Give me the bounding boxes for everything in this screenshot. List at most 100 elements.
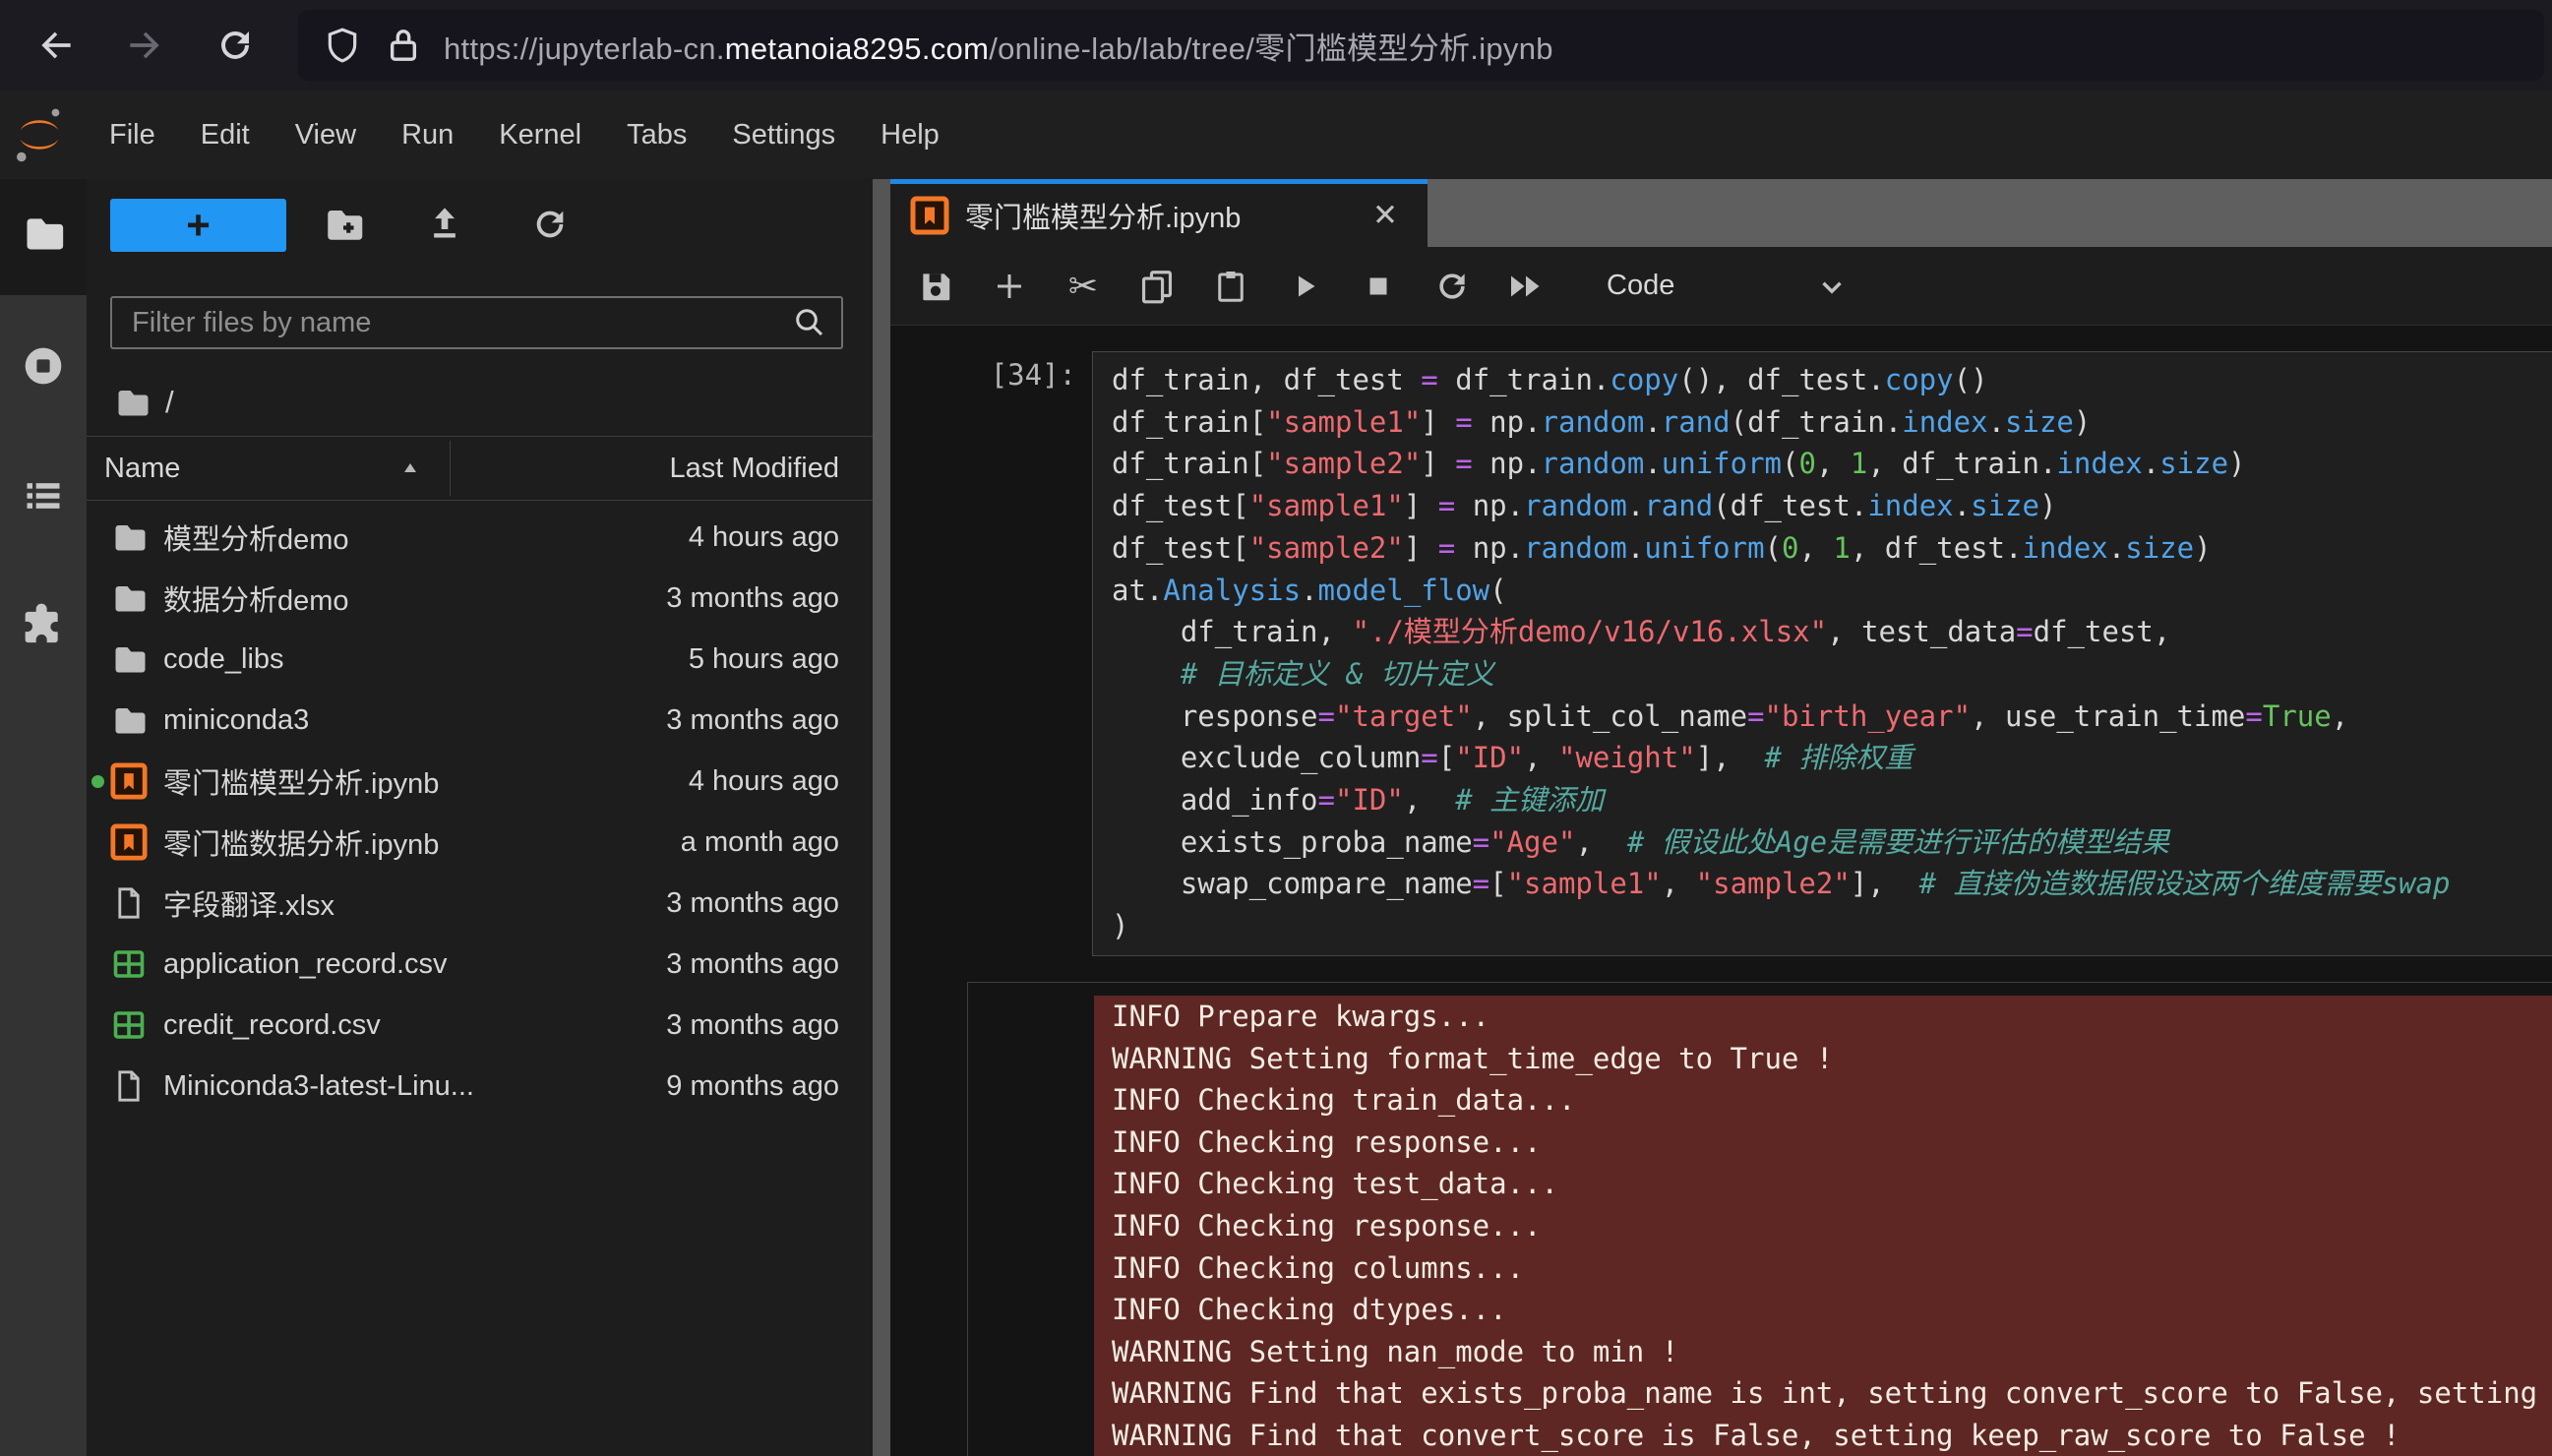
add-cell-button[interactable]: [989, 266, 1030, 307]
code-cell-editor[interactable]: df_train, df_test = df_train.copy(), df_…: [1092, 351, 2552, 956]
browser-back-button[interactable]: [28, 17, 85, 74]
column-header-name[interactable]: Name: [104, 453, 180, 485]
file-row[interactable]: application_record.csv3 months ago: [87, 934, 873, 995]
menu-bar: FileEditViewRunKernelTabsSettingsHelp: [0, 91, 2552, 179]
menu-run[interactable]: Run: [379, 91, 476, 179]
refresh-icon: [530, 205, 570, 244]
chevron-down-icon[interactable]: [1815, 271, 1849, 304]
menu-file[interactable]: File: [87, 91, 178, 179]
file-modified: 3 months ago: [666, 1009, 839, 1042]
file-modified: 3 months ago: [666, 948, 839, 981]
menu-kernel[interactable]: Kernel: [476, 91, 604, 179]
file-icon: [110, 884, 148, 922]
file-row[interactable]: 模型分析demo4 hours ago: [87, 507, 873, 568]
browser-reload-button[interactable]: [207, 17, 264, 74]
code-line: df_train, "./模型分析demo/v16/v16.xlsx", tes…: [1112, 611, 2552, 653]
sidebar-file-browser-tab[interactable]: [22, 212, 65, 255]
sort-ascending-icon[interactable]: [398, 456, 422, 480]
browser-chrome: https://jupyterlab-cn.metanoia8295.com/o…: [0, 0, 2552, 91]
tab-bar: 零门槛模型分析.ipynb ✕: [890, 179, 2552, 248]
output-line: INFO Checking train_data...: [1112, 1079, 2552, 1122]
file-modified: 3 months ago: [666, 704, 839, 737]
breadcrumb[interactable]: /: [114, 381, 174, 424]
file-name: 数据分析demo: [163, 577, 349, 619]
paste-cells-button[interactable]: [1210, 266, 1251, 307]
interrupt-kernel-button[interactable]: [1358, 266, 1399, 307]
file-row[interactable]: 零门槛数据分析.ipynba month ago: [87, 812, 873, 873]
file-modified: 3 months ago: [666, 887, 839, 920]
sidebar-table-of-contents-tab[interactable]: [22, 474, 65, 517]
notebook-content: [34]: df_train, df_test = df_train.copy(…: [890, 326, 2552, 1456]
notebook-icon: [110, 823, 148, 861]
notebook-icon: [110, 762, 148, 800]
new-launcher-button[interactable]: +: [110, 199, 286, 252]
code-line: df_train, df_test = df_train.copy(), df_…: [1112, 359, 2552, 401]
file-row[interactable]: Miniconda3-latest-Linu...9 months ago: [87, 1056, 873, 1117]
notebook-tab[interactable]: 零门槛模型分析.ipynb ✕: [890, 179, 1428, 247]
output-line: WARNING Setting format_time_edge to True…: [1112, 1038, 2552, 1080]
menu-settings[interactable]: Settings: [709, 91, 858, 179]
file-modified: 9 months ago: [666, 1070, 839, 1103]
cell-type-select[interactable]: Code: [1607, 270, 1674, 302]
file-row[interactable]: 字段翻译.xlsx 3 months ago: [87, 873, 873, 934]
file-list: 模型分析demo4 hours ago数据分析demo3 months agoc…: [87, 500, 873, 1117]
menu-view[interactable]: View: [273, 91, 379, 179]
panel-resize-handle[interactable]: [873, 179, 890, 1456]
tab-close-icon[interactable]: ✕: [1372, 198, 1398, 233]
code-line: swap_compare_name=["sample1", "sample2"]…: [1112, 863, 2552, 905]
file-row[interactable]: 零门槛模型分析.ipynb4 hours ago: [87, 751, 873, 812]
folder-icon: [110, 640, 148, 678]
cut-cells-button[interactable]: ✂: [1063, 266, 1104, 307]
new-folder-button[interactable]: [319, 200, 368, 249]
output-line: INFO Checking test_data...: [1112, 1163, 2552, 1205]
browser-forward-button[interactable]: [116, 17, 173, 74]
code-line: # 目标定义 & 切片定义: [1112, 653, 2552, 696]
list-icon: [22, 474, 65, 517]
file-name: 字段翻译.xlsx: [163, 882, 334, 924]
file-name: code_libs: [163, 643, 284, 676]
cell-output-log[interactable]: INFO Prepare kwargs...WARNING Setting fo…: [1094, 996, 2552, 1456]
code-line: exclude_column=["ID", "weight"], # 排除权重: [1112, 737, 2552, 779]
file-name: credit_record.csv: [163, 1009, 381, 1042]
file-name: miniconda3: [163, 704, 309, 737]
url-prefix: https://jupyterlab-cn.: [444, 31, 725, 66]
menu-edit[interactable]: Edit: [178, 91, 273, 179]
tab-title: 零门槛模型分析.ipynb: [965, 195, 1241, 236]
restart-run-all-button[interactable]: [1505, 266, 1547, 307]
sidebar-extensions-tab[interactable]: [22, 600, 65, 643]
run-cell-button[interactable]: [1284, 266, 1325, 307]
sidebar-running-kernels-tab[interactable]: [22, 344, 65, 388]
code-line: ): [1112, 905, 2552, 947]
lock-icon[interactable]: [387, 27, 420, 64]
upload-button[interactable]: [420, 200, 469, 249]
menu-tabs[interactable]: Tabs: [604, 91, 709, 179]
breadcrumb-root: /: [165, 385, 174, 420]
url-domain: metanoia8295.com: [725, 31, 989, 66]
folder-icon: [110, 579, 148, 617]
file-row[interactable]: miniconda3 3 months ago: [87, 690, 873, 751]
file-row[interactable]: code_libs5 hours ago: [87, 629, 873, 690]
output-line: INFO Prepare kwargs...: [1112, 996, 2552, 1038]
save-button[interactable]: [915, 266, 956, 307]
url-bar[interactable]: https://jupyterlab-cn.metanoia8295.com/o…: [298, 10, 2544, 81]
refresh-file-list-button[interactable]: [525, 200, 575, 249]
shield-icon[interactable]: [324, 27, 361, 64]
copy-cells-button[interactable]: [1136, 266, 1178, 307]
column-header-modified[interactable]: Last Modified: [669, 453, 839, 485]
menu-help[interactable]: Help: [858, 91, 962, 179]
output-line: INFO Checking columns...: [1112, 1247, 2552, 1290]
code-line: at.Analysis.model_flow(: [1112, 570, 2552, 612]
output-line: WARNING Find that convert_score is False…: [1112, 1415, 2552, 1456]
stop-circle-icon: [22, 343, 65, 389]
file-icon: [110, 1067, 148, 1105]
file-row[interactable]: credit_record.csv 3 months ago: [87, 995, 873, 1056]
output-line: INFO Checking dtypes...: [1112, 1289, 2552, 1331]
reload-icon: [214, 25, 256, 66]
file-row[interactable]: 数据分析demo3 months ago: [87, 568, 873, 629]
url-text: https://jupyterlab-cn.metanoia8295.com/o…: [444, 24, 1553, 68]
code-line: exists_proba_name="Age", # 假设此处Age是需要进行评…: [1112, 821, 2552, 864]
filter-files-box: [110, 296, 843, 349]
left-sidebar: [0, 179, 87, 1456]
filter-files-input[interactable]: [130, 306, 792, 340]
restart-kernel-button[interactable]: [1431, 266, 1473, 307]
